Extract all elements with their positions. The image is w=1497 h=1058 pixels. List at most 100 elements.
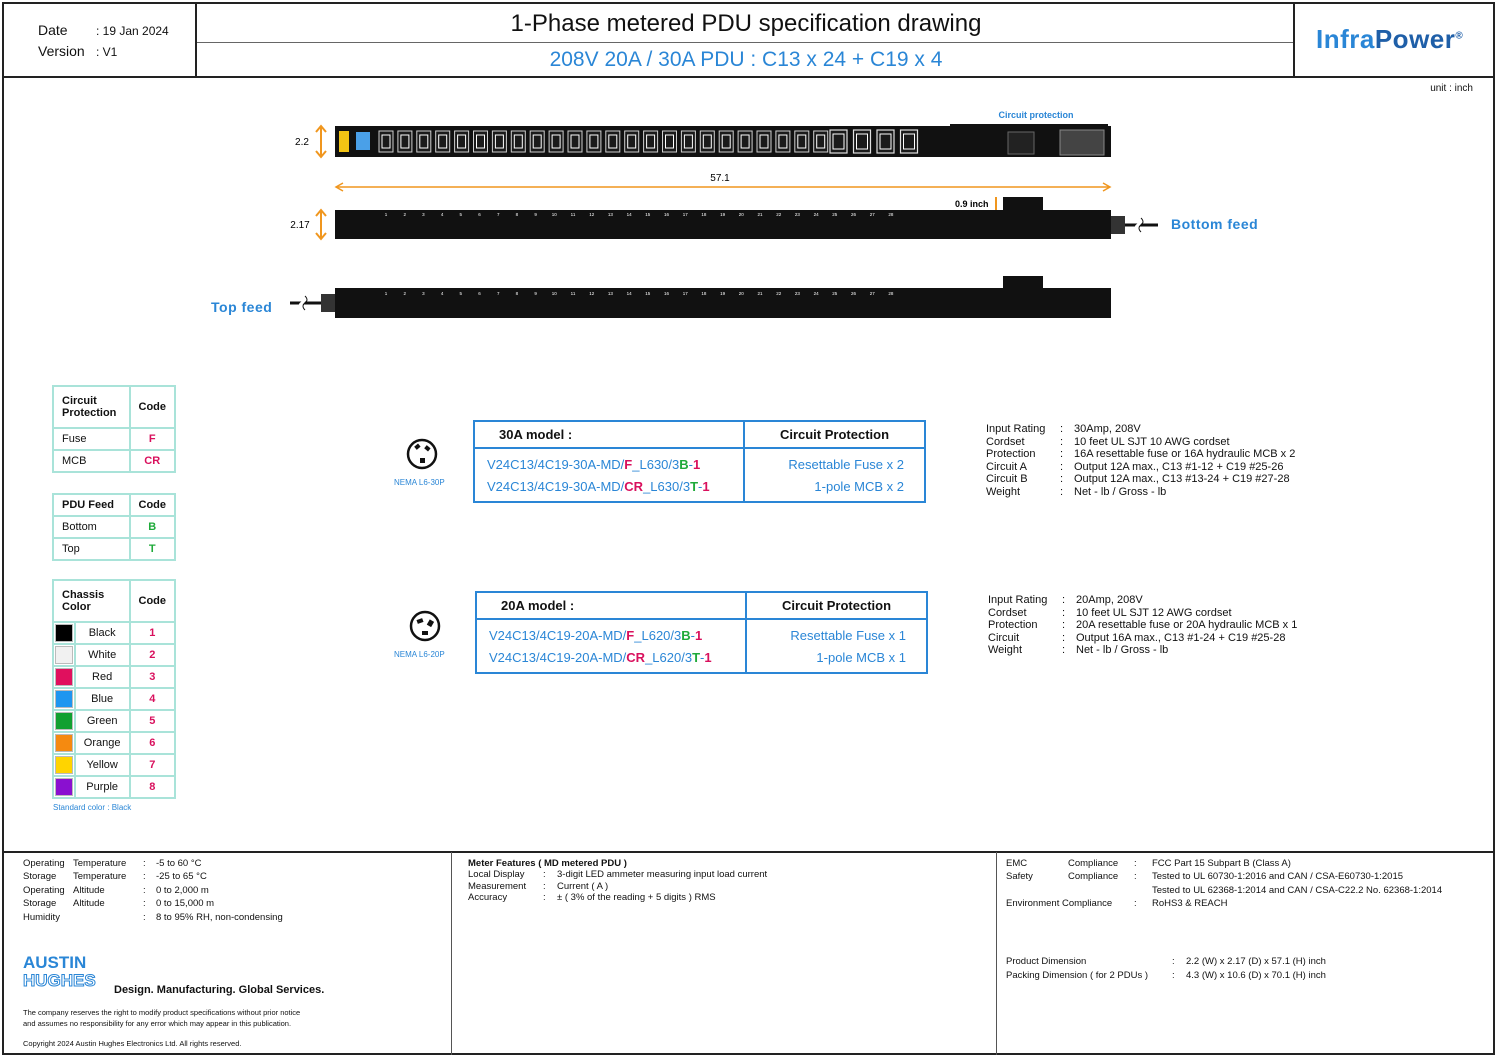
outlet-number: 28 — [888, 291, 894, 296]
part-number: V24C13/4C19-30A-MD/F_L630/3B-1 — [473, 448, 745, 475]
spec-line: Protection:16A resettable fuse or 16A hy… — [986, 448, 1296, 461]
spec-line: Weight: Net - lb / Gross - lb — [988, 644, 1169, 657]
env-line: Storage Temperature: -25 to 65 °C — [23, 871, 207, 883]
outlet-number: 16 — [664, 291, 670, 296]
legend-header: Code — [128, 385, 176, 429]
packing-dim-label: Packing Dimension ( for 2 PDUs ) — [1006, 970, 1149, 981]
c13-outlet-icon — [662, 130, 677, 153]
c13-outlet-icon — [586, 130, 602, 153]
c13-outlet-icon — [813, 130, 829, 153]
c13-outlet-icon — [435, 130, 451, 153]
protection-value: Resettable Fuse x 2 — [743, 448, 926, 475]
legend-code: 1 — [128, 621, 176, 645]
legend-header: Code — [128, 493, 176, 517]
nema-l6-30p-plug-icon — [406, 438, 438, 470]
c13-outlet-icon — [775, 130, 791, 153]
outlet-number: 23 — [795, 291, 801, 296]
compliance-specs: EMC Compliance: FCC Part 15 Subpart B (Cla… — [1006, 857, 1442, 897]
legend-name: Yellow — [73, 753, 131, 777]
c13-outlet-icon — [605, 130, 621, 153]
c13-outlet-icon — [794, 130, 810, 153]
meter-line: Measurement: Current ( A ) — [468, 880, 609, 892]
protection-value: Resettable Fuse x 1 — [745, 619, 928, 646]
c13-outlet-icon — [473, 130, 488, 153]
color-swatch — [52, 753, 76, 777]
ammeter-display-icon — [356, 132, 370, 150]
product-dimension: Product Dimension:2.2 (W) x 2.17 (D) x 5… — [1006, 956, 1326, 967]
outlet-number: 24 — [814, 212, 820, 217]
c13-outlet-icon — [397, 130, 413, 153]
model-header: 20A model : — [475, 591, 747, 620]
infrapower-logo: InfraPower® — [1316, 24, 1463, 55]
legend-row: Yellow 7 — [52, 753, 176, 777]
standard-color-note: Standard color : Black — [53, 803, 132, 812]
outlet-number: 26 — [851, 291, 857, 296]
spec-line: Circuit: Output 16A max., C13 #1-24 + C19… — [988, 631, 1286, 644]
outlet-number: 11 — [571, 291, 576, 296]
c13-outlet-icon — [680, 130, 696, 153]
legend-name: Red — [73, 665, 131, 689]
c13-outlet-icon — [737, 130, 753, 153]
legend-code: 7 — [128, 753, 176, 777]
legend-code: F — [128, 427, 176, 451]
color-swatch — [52, 709, 76, 733]
c13-outlet-icon — [491, 130, 507, 153]
outlet-number: 13 — [608, 212, 614, 217]
circuit-protection-label: Circuit protection — [998, 110, 1073, 120]
product-dim-value: 2.2 (W) x 2.17 (D) x 57.1 (H) inch — [1186, 956, 1326, 967]
c13-outlet-icon — [567, 130, 583, 153]
legend-row: Red 3 — [52, 665, 176, 689]
legend-header: PDU Feed — [52, 493, 131, 517]
protection-value: 1-pole MCB x 2 — [743, 475, 926, 502]
legend-name: Black — [73, 621, 131, 645]
circuit-protection-legend: Circuit Protection Code Fuse F MCB CR — [52, 385, 176, 473]
outlet-number: 12 — [589, 291, 595, 296]
env-line: Operating Altitude:0 to 2,000 m — [23, 884, 209, 896]
outlet-number: 24 — [814, 291, 820, 296]
model-20a-table: 20A model : Circuit Protection V24C13/4C1… — [475, 591, 928, 674]
footer-divider-v1 — [451, 852, 452, 1055]
color-swatch — [52, 621, 76, 645]
legend-code: 4 — [128, 687, 176, 711]
c13-outlet-icon — [643, 130, 659, 153]
page-subtitle: 208V 20A / 30A PDU : C13 x 24 + C19 x 4 — [549, 48, 943, 71]
disclaimer: The company reserves the right to modify… — [23, 1007, 300, 1029]
protection-value: 1-pole MCB x 1 — [745, 646, 928, 673]
env-compliance-label: Environment Compliance — [1006, 898, 1113, 909]
outlet-number: 19 — [720, 291, 726, 296]
model-30a-table: 30A model : Circuit Protection V24C13/4C1… — [473, 420, 926, 503]
brand-bottom: HUGHES — [23, 971, 97, 990]
legend-code: 6 — [128, 731, 176, 755]
legend-name: Top — [52, 537, 131, 561]
pdu-drawing: Circuit protection 2.2 57.1 0.9 inch 123… — [290, 110, 1158, 318]
tagline: Design. Manufacturing. Global Services. — [114, 984, 325, 996]
date-value: : 19 Jan 2024 — [96, 24, 169, 38]
footer-divider-v2 — [996, 852, 997, 1055]
legend-name: Orange — [73, 731, 131, 755]
version-label: Version — [38, 43, 85, 59]
outlet-number: 14 — [627, 291, 633, 296]
outlet-number: 15 — [645, 212, 651, 217]
model-20a-specs: Input Rating:20Amp, 208V Cordset:10 feet … — [988, 594, 1297, 657]
legend-row: Green 5 — [52, 709, 176, 733]
color-swatch — [52, 731, 76, 755]
c13-outlet-icon — [699, 130, 715, 153]
cord-gland-icon — [1111, 216, 1125, 234]
length-dimension: 57.1 — [710, 173, 730, 184]
legend-row: Black 1 — [52, 621, 176, 645]
color-swatch — [52, 775, 76, 799]
compliance-line: Tested to UL 62368-1:2014 and CAN / CSA-… — [1152, 884, 1443, 896]
outlet-number: 10 — [552, 291, 558, 296]
outlet-number: 11 — [571, 212, 576, 217]
meter-box — [1003, 197, 1043, 210]
legend-name: Green — [73, 709, 131, 733]
copyright: Copyright 2024 Austin Hughes Electronics… — [23, 1039, 242, 1048]
title-divider — [197, 42, 1293, 43]
outlet-number: 21 — [757, 291, 763, 296]
outlet-number: 15 — [645, 291, 651, 296]
env-line: Humidity:8 to 95% RH, non-condensing — [23, 911, 283, 923]
date-label: Date — [38, 22, 68, 38]
disclaimer-line: The company reserves the right to modify… — [23, 1008, 301, 1017]
product-dim-label: Product Dimension — [1006, 956, 1087, 967]
spec-line: Circuit B: Output 12A max., C13 #13-24 + … — [986, 473, 1290, 486]
